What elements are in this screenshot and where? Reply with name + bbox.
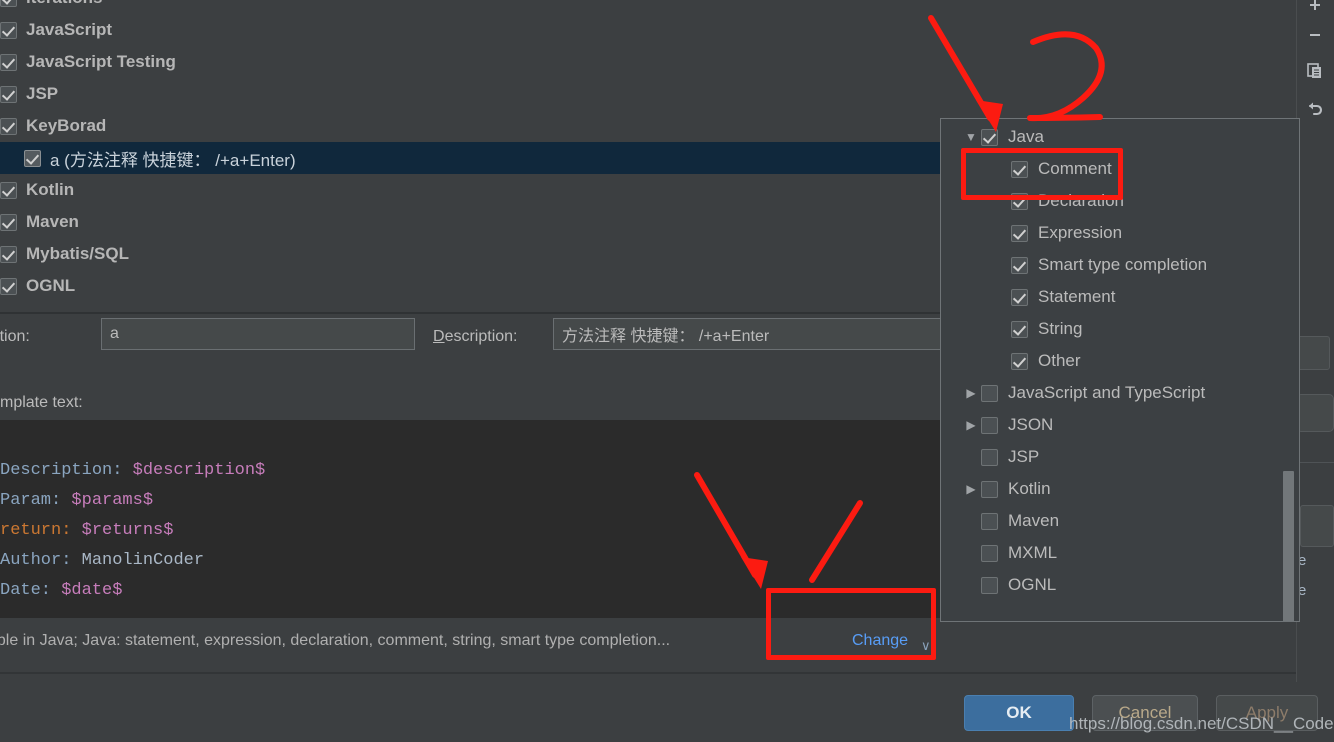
- code-variable: $returns$: [71, 521, 174, 540]
- popup-context-row[interactable]: OGNL: [941, 569, 1299, 601]
- template-row-label: JSP: [26, 84, 59, 103]
- checkbox-icon[interactable]: [981, 416, 998, 434]
- checkbox-icon[interactable]: [1011, 352, 1028, 370]
- popup-row-label: Statement: [1038, 287, 1116, 306]
- description-label-text: escription:: [444, 328, 518, 345]
- checkbox-icon[interactable]: [0, 181, 17, 199]
- abbreviation-input[interactable]: a: [101, 318, 415, 350]
- code-variable: ManolinCoder: [71, 551, 205, 570]
- remove-icon[interactable]: [1302, 22, 1328, 48]
- code-tag: Description:: [0, 461, 123, 480]
- popup-context-row[interactable]: Maven: [941, 505, 1299, 537]
- background-field-stub-3: [1300, 505, 1334, 547]
- code-tag: return:: [0, 521, 72, 540]
- background-divider: [1296, 462, 1334, 463]
- code-variable: $date$: [51, 581, 123, 600]
- footer-separator: [0, 672, 1296, 674]
- popup-context-row[interactable]: Other: [941, 345, 1299, 377]
- abbreviation-label: breviation:: [0, 328, 30, 345]
- template-row-label: Mybatis/SQL: [26, 244, 129, 263]
- background-field-stub-2: [1296, 394, 1334, 432]
- checkbox-icon[interactable]: [981, 384, 998, 402]
- popup-row-label: Smart type completion: [1038, 255, 1208, 274]
- popup-row-label: JavaScript and TypeScript: [1008, 383, 1206, 402]
- template-row-label: JavaScript: [26, 20, 112, 39]
- description-label: Description:: [433, 328, 518, 345]
- popup-context-row[interactable]: MXML: [941, 537, 1299, 569]
- checkbox-icon[interactable]: [981, 512, 998, 530]
- popup-row-label: OGNL: [1008, 575, 1057, 594]
- popup-scrollbar-thumb[interactable]: [1283, 471, 1294, 621]
- checkbox-icon[interactable]: [981, 128, 998, 146]
- checkbox-icon[interactable]: [0, 21, 17, 39]
- popup-context-row[interactable]: Expression: [941, 217, 1299, 249]
- template-group-row[interactable]: JavaScript: [0, 14, 1296, 46]
- checkbox-icon[interactable]: [0, 213, 17, 231]
- screenshot-root: e e iterationsJavaScriptJavaScript Testi…: [0, 0, 1334, 742]
- checkbox-icon[interactable]: [24, 149, 41, 167]
- chevron-down-icon[interactable]: ▼: [961, 130, 981, 144]
- watermark: https://blog.csdn.net/CSDN__Coder: [1069, 714, 1334, 733]
- popup-context-row[interactable]: Statement: [941, 281, 1299, 313]
- popup-row-label: Expression: [1038, 223, 1123, 242]
- chevron-right-icon[interactable]: ▶: [961, 386, 981, 400]
- annotation-box-java-row: [961, 148, 1123, 200]
- code-tag: Param:: [0, 491, 62, 510]
- code-tag: Date:: [0, 581, 52, 600]
- checkbox-icon[interactable]: [981, 576, 998, 594]
- checkbox-icon[interactable]: [0, 53, 17, 71]
- popup-row-label: MXML: [1008, 543, 1058, 562]
- popup-context-row[interactable]: String: [941, 313, 1299, 345]
- checkbox-icon[interactable]: [0, 277, 17, 295]
- chevron-right-icon[interactable]: ▶: [961, 482, 981, 496]
- template-group-row[interactable]: JavaScript Testing: [0, 46, 1296, 78]
- checkbox-icon[interactable]: [0, 85, 17, 103]
- chevron-right-icon[interactable]: ▶: [961, 418, 981, 432]
- template-row-label: KeyBorad: [26, 116, 107, 135]
- revert-icon[interactable]: [1302, 96, 1328, 122]
- template-row-label: Maven: [26, 212, 79, 231]
- add-icon[interactable]: [1302, 0, 1328, 18]
- code-tag: Author:: [0, 551, 72, 570]
- popup-context-row[interactable]: ▶ JSON: [941, 409, 1299, 441]
- checkbox-icon[interactable]: [981, 544, 998, 562]
- ok-button[interactable]: OK: [964, 695, 1074, 731]
- template-row-label: iterations: [26, 0, 103, 8]
- popup-context-row[interactable]: Smart type completion: [941, 249, 1299, 281]
- checkbox-icon[interactable]: [981, 448, 998, 466]
- template-row-label: a (方法注释 快捷键： /+a+Enter): [50, 150, 296, 170]
- popup-row-label: Kotlin: [1008, 479, 1051, 498]
- template-group-row[interactable]: iterations: [0, 0, 1296, 14]
- checkbox-icon[interactable]: [1011, 288, 1028, 306]
- checkbox-icon[interactable]: [1011, 256, 1028, 274]
- template-group-row[interactable]: JSP: [0, 78, 1296, 110]
- popup-row-label: JSP: [1008, 447, 1040, 466]
- applicability-bar: plicable in Java; Java: statement, expre…: [0, 618, 1296, 670]
- popup-context-row[interactable]: ▶ JavaScript and TypeScript: [941, 377, 1299, 409]
- code-variable: $params$: [61, 491, 154, 510]
- checkbox-icon[interactable]: [1011, 224, 1028, 242]
- checkbox-icon[interactable]: [1011, 320, 1028, 338]
- applicability-text: plicable in Java; Java: statement, expre…: [0, 632, 671, 649]
- checkbox-icon[interactable]: [0, 0, 17, 7]
- popup-row-label: Java: [1008, 127, 1044, 146]
- duplicate-icon[interactable]: [1302, 58, 1328, 84]
- template-row-label: Kotlin: [26, 180, 75, 199]
- popup-row-label: Other: [1038, 351, 1081, 370]
- template-text-label: mplate text:: [0, 394, 83, 411]
- popup-row-label: JSON: [1008, 415, 1054, 434]
- popup-row-label: String: [1038, 319, 1083, 338]
- popup-row-label: Maven: [1008, 511, 1060, 530]
- popup-context-row[interactable]: ▶ Kotlin: [941, 473, 1299, 505]
- checkbox-icon[interactable]: [0, 117, 17, 135]
- template-row-label: JavaScript Testing: [26, 52, 176, 71]
- template-row-label: OGNL: [26, 276, 76, 295]
- popup-context-row[interactable]: JSP: [941, 441, 1299, 473]
- checkbox-icon[interactable]: [0, 245, 17, 263]
- annotation-box-change-link: [766, 588, 936, 660]
- background-field-stub-1: [1296, 336, 1330, 370]
- code-variable: $description$: [122, 461, 266, 480]
- checkbox-icon[interactable]: [981, 480, 998, 498]
